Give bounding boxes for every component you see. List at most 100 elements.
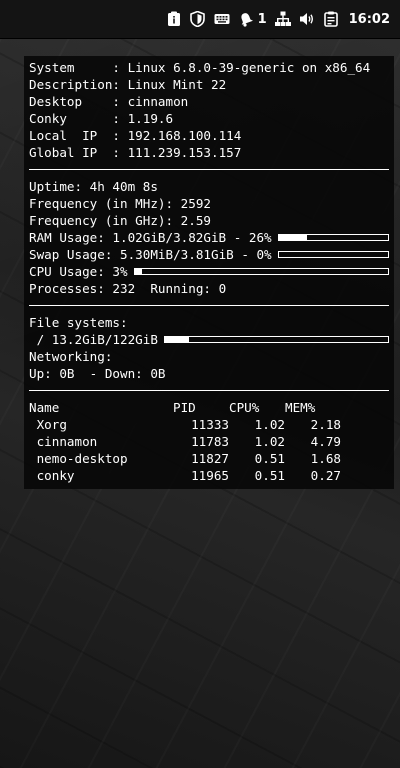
frequency-mhz-value: 2592 — [180, 196, 211, 211]
resource-section: Uptime: 4h 40m 8s Frequency (in MHz): 25… — [29, 178, 389, 297]
swap-usage-value: 5.30MiB/3.81GiB - 0% — [120, 247, 272, 262]
process-name: cinnamon — [29, 434, 98, 449]
system-tray: 1 16:02 — [166, 0, 390, 38]
info-value: Linux 6.8.0-39-generic on x86_64 — [127, 60, 371, 75]
process-name: Xorg — [29, 417, 67, 432]
process-name: conky — [29, 468, 75, 483]
cpu-usage-row: CPU Usage: 3% — [29, 263, 389, 280]
clock[interactable]: 16:02 — [349, 12, 390, 27]
root-fs-bar-fill — [164, 337, 189, 342]
info-row-desktop: Desktop : cinnamon — [29, 93, 389, 110]
filesystems-heading: File systems: — [29, 314, 389, 331]
cpu-usage-value: 3% — [112, 264, 128, 279]
root-fs-value: 13.2GiB/122GiB — [51, 332, 158, 347]
info-label: Desktop : — [29, 94, 128, 109]
divider — [29, 390, 389, 391]
shield-icon[interactable] — [190, 11, 206, 27]
frequency-mhz-row: Frequency (in MHz): 2592 — [29, 195, 389, 212]
swap-usage-row: Swap Usage: 5.30MiB/3.81GiB - 0% — [29, 246, 389, 263]
frequency-ghz-label: Frequency (in GHz): — [29, 213, 181, 228]
process-mem: 2.18 — [310, 417, 341, 432]
info-label: Local IP : — [29, 128, 128, 143]
info-row-conky: Conky : 1.19.6 — [29, 110, 389, 127]
table-row: nemo-desktop 11827 0.51 1.68 — [29, 450, 389, 467]
process-pid: 11333 — [191, 417, 229, 432]
process-pid: 11783 — [191, 434, 229, 449]
swap-usage-bar — [277, 251, 389, 258]
uptime-row: Uptime: 4h 40m 8s — [29, 178, 389, 195]
process-pid: 11827 — [191, 451, 229, 466]
info-row-local-ip: Local IP : 192.168.100.114 — [29, 127, 389, 144]
conky-widget: System : Linux 6.8.0-39-generic on x86_6… — [24, 56, 394, 489]
divider — [29, 305, 389, 306]
processes-label: Processes: — [29, 281, 113, 296]
info-value: 111.239.153.157 — [127, 145, 242, 160]
header-mem: MEM% — [285, 400, 316, 415]
ram-usage-value: 1.02GiB/3.82GiB - 26% — [112, 230, 272, 245]
processes-row: Processes: 232 Running: 0 — [29, 280, 389, 297]
info-value: Linux Mint 22 — [127, 77, 227, 92]
process-cpu: 0.51 — [254, 468, 285, 483]
ram-usage-row: RAM Usage: 1.02GiB/3.82GiB - 26% — [29, 229, 389, 246]
info-label: Conky : — [29, 111, 128, 126]
process-name: nemo-desktop — [29, 451, 128, 466]
frequency-ghz-value: 2.59 — [180, 213, 211, 228]
process-cpu: 1.02 — [254, 434, 285, 449]
storage-network-section: File systems: / 13.2GiB/122GiB Networkin… — [29, 314, 389, 382]
networking-label: Networking: — [29, 349, 113, 364]
keyboard-icon[interactable] — [214, 11, 230, 27]
process-mem: 4.79 — [310, 434, 341, 449]
top-panel: 1 16:02 — [0, 0, 400, 38]
uptime-value: 4h 40m 8s — [89, 179, 158, 194]
root-fs-label: / — [29, 332, 52, 347]
process-mem: 0.27 — [310, 468, 341, 483]
process-cpu: 1.02 — [254, 417, 285, 432]
process-cpu: 0.51 — [254, 451, 285, 466]
info-label: System : — [29, 60, 128, 75]
table-row: conky 11965 0.51 0.27 — [29, 467, 389, 484]
frequency-mhz-label: Frequency (in MHz): — [29, 196, 181, 211]
swap-usage-label: Swap Usage: — [29, 247, 120, 262]
volume-icon[interactable] — [299, 11, 315, 27]
filesystems-label: File systems: — [29, 315, 128, 330]
info-label: Description: — [29, 77, 128, 92]
network-traffic-row: Up: 0B - Down: 0B — [29, 365, 389, 382]
system-info-section: System : Linux 6.8.0-39-generic on x86_6… — [29, 59, 389, 161]
ram-usage-bar-fill — [278, 235, 308, 240]
cpu-usage-bar-fill — [134, 269, 143, 274]
cpu-usage-label: CPU Usage: — [29, 264, 113, 279]
info-clipboard-icon[interactable] — [166, 11, 182, 27]
divider — [29, 169, 389, 170]
info-row-description: Description: Linux Mint 22 — [29, 76, 389, 93]
clipboard-icon[interactable] — [323, 11, 339, 27]
up-value: 0B — [59, 366, 75, 381]
down-value: 0B — [150, 366, 166, 381]
networking-heading: Networking: — [29, 348, 389, 365]
process-mem: 1.68 — [310, 451, 341, 466]
cpu-usage-bar — [133, 268, 389, 275]
processes-value: 232 — [112, 281, 136, 296]
root-fs-bar — [163, 336, 389, 343]
notification-count: 1 — [257, 11, 267, 27]
process-table: Name PID CPU% MEM% Xorg 11333 1.02 2.18 … — [29, 399, 389, 484]
network-wired-icon[interactable] — [274, 11, 291, 27]
table-row: cinnamon 11783 1.02 4.79 — [29, 433, 389, 450]
header-cpu: CPU% — [229, 400, 260, 415]
header-pid: PID — [173, 400, 196, 415]
running-label: Running: — [135, 281, 219, 296]
info-row-system: System : Linux 6.8.0-39-generic on x86_6… — [29, 59, 389, 76]
root-fs-row: / 13.2GiB/122GiB — [29, 331, 389, 348]
uptime-label: Uptime: — [29, 179, 90, 194]
info-value: 192.168.100.114 — [127, 128, 242, 143]
process-table-header: Name PID CPU% MEM% — [29, 399, 389, 416]
header-name: Name — [29, 400, 60, 415]
notifications-bell-icon[interactable] — [238, 11, 254, 27]
info-value: cinnamon — [127, 94, 189, 109]
table-row: Xorg 11333 1.02 2.18 — [29, 416, 389, 433]
frequency-ghz-row: Frequency (in GHz): 2.59 — [29, 212, 389, 229]
info-row-global-ip: Global IP : 111.239.153.157 — [29, 144, 389, 161]
process-pid: 11965 — [191, 468, 229, 483]
ram-usage-label: RAM Usage: — [29, 230, 113, 245]
info-value: 1.19.6 — [127, 111, 174, 126]
ram-usage-bar — [277, 234, 389, 241]
